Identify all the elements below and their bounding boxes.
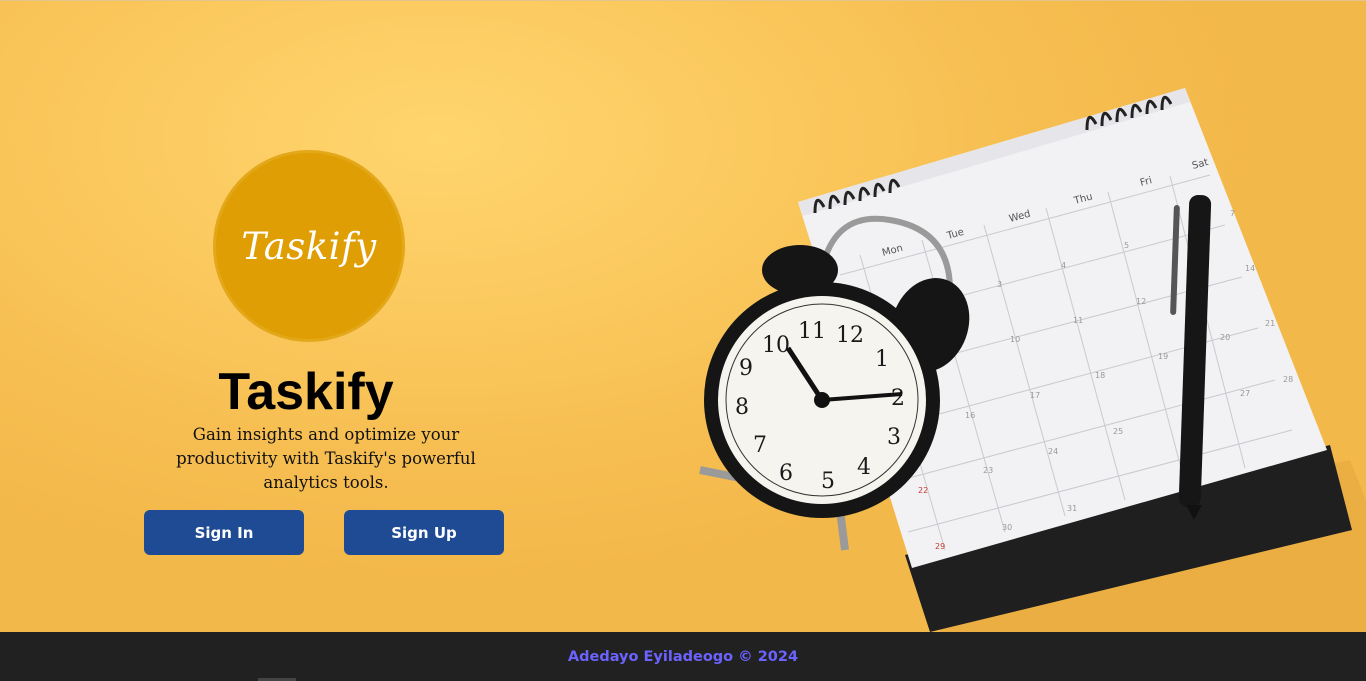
date-number: 30 <box>1002 523 1012 532</box>
date-number: 28 <box>1283 375 1293 384</box>
hero-photo: Mon Tue Wed Thu Fri Sat 3 4 5 7 10 11 12… <box>699 88 1366 632</box>
date-number: 4 <box>1061 261 1066 270</box>
clock-numeral: 8 <box>735 395 749 420</box>
clock-numeral: 5 <box>821 469 835 494</box>
clock-numeral: 1 <box>875 347 889 372</box>
date-number: 5 <box>1124 241 1129 250</box>
date-number: 17 <box>1030 391 1040 400</box>
date-number: 21 <box>1265 319 1275 328</box>
date-number: 16 <box>965 411 975 420</box>
date-number: 14 <box>1245 264 1255 273</box>
clock-numeral: 2 <box>891 386 905 411</box>
date-number: 18 <box>1095 371 1105 380</box>
date-number: 19 <box>1158 352 1168 361</box>
date-number: 7 <box>1230 209 1235 218</box>
date-number: 24 <box>1048 447 1058 456</box>
footer-credit: Adedayo Eyiladeogo © 2024 <box>567 648 799 665</box>
logo-badge: Taskify <box>213 150 405 342</box>
date-number: 25 <box>1113 427 1123 436</box>
clock-numeral: 4 <box>857 455 871 480</box>
date-number: 10 <box>1010 335 1020 344</box>
date-number: 27 <box>1240 389 1250 398</box>
clock-numeral: 12 <box>836 323 864 348</box>
clock-numeral: 9 <box>739 356 753 381</box>
date-number: 11 <box>1073 316 1083 325</box>
date-number: 12 <box>1136 297 1146 306</box>
tagline: Gain insights and optimize your producti… <box>176 425 476 492</box>
date-number: 20 <box>1220 333 1230 342</box>
footer: Adedayo Eyiladeogo © 2024 <box>0 632 1366 681</box>
date-number: 31 <box>1067 504 1077 513</box>
clock-numeral: 6 <box>779 461 793 486</box>
sign-up-button[interactable]: Sign Up <box>344 510 504 555</box>
sign-in-button[interactable]: Sign In <box>144 510 304 555</box>
logo-text: Taskify <box>241 224 377 268</box>
hero-section: Taskify Taskify Gain insights and optimi… <box>0 0 1366 632</box>
date-number: 23 <box>983 466 993 475</box>
clock-numeral: 11 <box>798 319 826 344</box>
date-number: 29 <box>935 542 945 551</box>
clock-numeral: 10 <box>762 333 790 358</box>
date-number: 3 <box>997 280 1002 289</box>
clock-numeral: 3 <box>887 425 901 450</box>
top-border <box>0 0 1366 1</box>
app-title: Taskify <box>218 363 394 421</box>
clock-numeral: 7 <box>753 433 767 458</box>
date-number: 22 <box>918 486 928 495</box>
